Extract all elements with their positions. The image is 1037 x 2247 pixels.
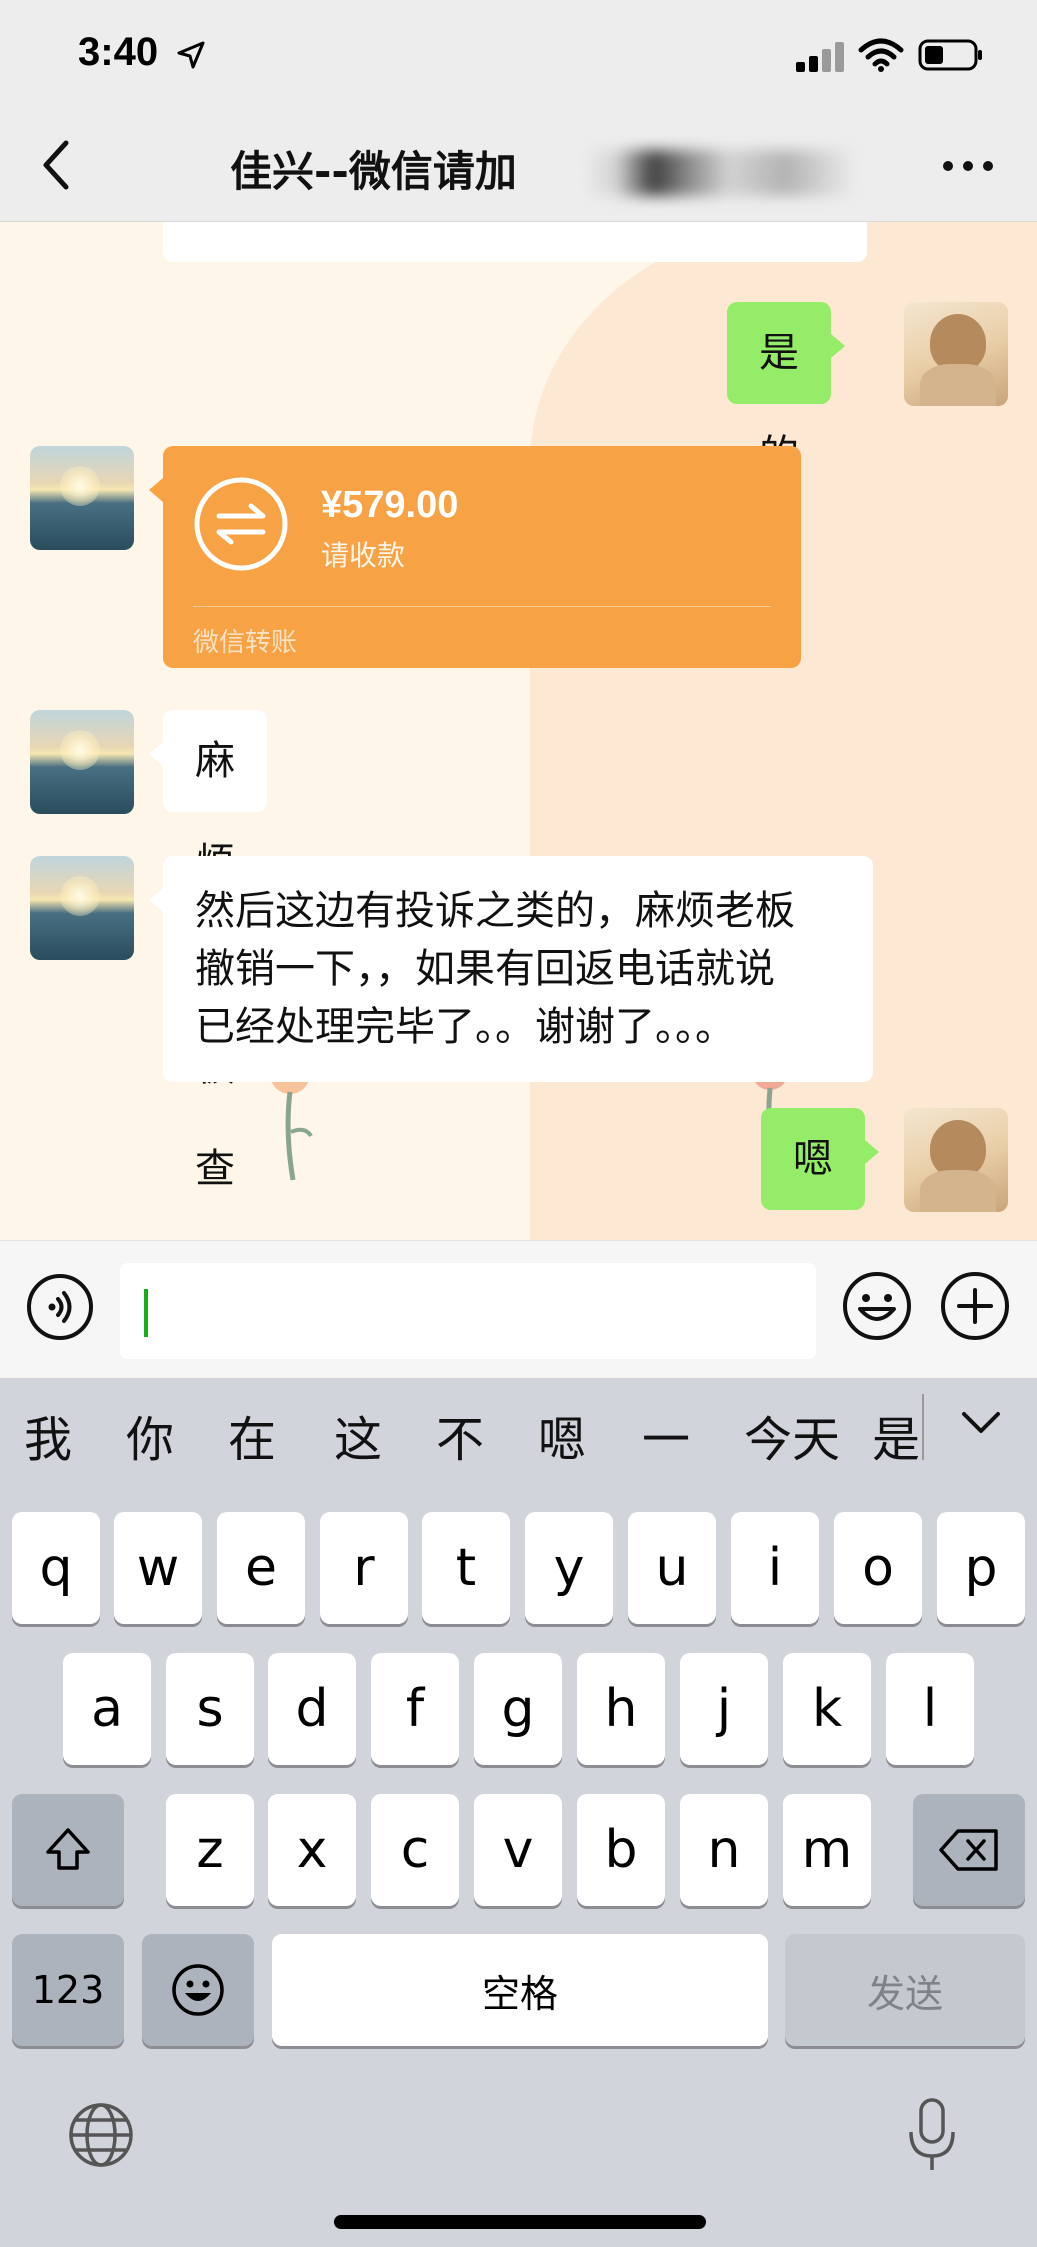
plus-icon[interactable] bbox=[940, 1271, 1010, 1341]
candidate-word[interactable]: 在 bbox=[228, 1400, 276, 1470]
key-o[interactable]: o bbox=[834, 1512, 922, 1624]
key-c[interactable]: c bbox=[371, 1794, 459, 1906]
key-i[interactable]: i bbox=[731, 1512, 819, 1624]
microphone-icon[interactable] bbox=[904, 2096, 960, 2176]
transfer-card[interactable]: ¥579.00 请收款 微信转账 bbox=[149, 446, 801, 668]
battery-icon bbox=[918, 39, 982, 71]
chat-title: 佳兴--微信请加 bbox=[230, 147, 517, 196]
key-x[interactable]: x bbox=[268, 1794, 356, 1906]
key-e[interactable]: e bbox=[217, 1512, 305, 1624]
home-indicator[interactable] bbox=[334, 2215, 706, 2229]
candidate-word[interactable]: 我 bbox=[24, 1400, 72, 1470]
key-y[interactable]: y bbox=[525, 1512, 613, 1624]
key-q[interactable]: q bbox=[12, 1512, 100, 1624]
more-dots-icon[interactable] bbox=[938, 148, 998, 184]
key-j[interactable]: j bbox=[680, 1653, 768, 1765]
message-bubble-cropped bbox=[163, 222, 867, 262]
transfer-arrows-icon bbox=[194, 477, 288, 571]
key-f[interactable]: f bbox=[371, 1653, 459, 1765]
chat-area[interactable]: 是的 ¥579.00 请收款 微信转账 麻烦老板查收一下 然后这边有投诉之类的，… bbox=[0, 222, 1037, 1240]
key-t[interactable]: t bbox=[422, 1512, 510, 1624]
transfer-status: 请收款 bbox=[321, 539, 406, 572]
numbers-key[interactable]: 123 bbox=[12, 1934, 124, 2046]
space-key[interactable]: 空格 bbox=[272, 1934, 768, 2046]
avatar[interactable] bbox=[904, 302, 1008, 406]
key-b[interactable]: b bbox=[577, 1794, 665, 1906]
candidate-bar: 我 你 在 这 不 嗯 一 今天 是 bbox=[0, 1378, 1037, 1478]
globe-icon[interactable] bbox=[66, 2100, 136, 2170]
keyboard: 我 你 在 这 不 嗯 一 今天 是 q w e r t y u i o p a… bbox=[0, 1378, 1037, 2247]
location-arrow-icon bbox=[177, 41, 205, 69]
key-s[interactable]: s bbox=[166, 1653, 254, 1765]
key-v[interactable]: v bbox=[474, 1794, 562, 1906]
candidate-word[interactable]: 一 bbox=[642, 1400, 690, 1470]
message-bubble[interactable]: 麻烦老板查收一下 bbox=[149, 710, 267, 1192]
backspace-key[interactable] bbox=[913, 1794, 1025, 1906]
key-g[interactable]: g bbox=[474, 1653, 562, 1765]
key-m[interactable]: m bbox=[783, 1794, 871, 1906]
input-bar bbox=[0, 1240, 1037, 1378]
avatar[interactable] bbox=[30, 710, 134, 814]
cellular-signal-icon bbox=[796, 42, 844, 72]
message-bubble[interactable]: 嗯 bbox=[761, 1108, 879, 1210]
message-bubble[interactable]: 然后这边有投诉之类的，麻烦老板 撤销一下，，如果有回返电话就说 已经处理完毕了。… bbox=[149, 856, 873, 1082]
key-k[interactable]: k bbox=[783, 1653, 871, 1765]
transfer-amount: ¥579.00 bbox=[321, 484, 459, 526]
shift-key[interactable] bbox=[12, 1794, 124, 1906]
avatar[interactable] bbox=[30, 446, 134, 550]
send-key[interactable]: 发送 bbox=[785, 1934, 1025, 2046]
avatar[interactable] bbox=[30, 856, 134, 960]
voice-icon[interactable] bbox=[26, 1273, 94, 1341]
key-h[interactable]: h bbox=[577, 1653, 665, 1765]
key-w[interactable]: w bbox=[114, 1512, 202, 1624]
text-cursor bbox=[144, 1289, 148, 1337]
key-n[interactable]: n bbox=[680, 1794, 768, 1906]
redacted-name bbox=[575, 150, 855, 196]
candidate-word[interactable]: 嗯 bbox=[538, 1400, 586, 1470]
status-time: 3:40 bbox=[78, 30, 159, 74]
emoji-key[interactable] bbox=[142, 1934, 254, 2046]
key-r[interactable]: r bbox=[320, 1512, 408, 1624]
candidate-word[interactable]: 今天 bbox=[744, 1400, 840, 1470]
candidate-word[interactable]: 你 bbox=[126, 1400, 174, 1470]
emoji-icon[interactable] bbox=[842, 1271, 912, 1341]
back-chevron-icon[interactable] bbox=[36, 135, 76, 195]
backspace-icon bbox=[939, 1829, 998, 1871]
shift-icon bbox=[46, 1828, 90, 1870]
message-line: 已经处理完毕了。。谢谢了。。。 bbox=[195, 1004, 735, 1050]
top-bar: 3:40 佳兴--微信请加 bbox=[0, 0, 1037, 222]
candidate-word[interactable]: 不 bbox=[436, 1400, 484, 1470]
message-line: 然后这边有投诉之类的，麻烦老板 bbox=[195, 888, 795, 934]
emoji-key-icon bbox=[172, 1964, 224, 2016]
transfer-label: 微信转账 bbox=[193, 628, 298, 658]
chevron-down-icon[interactable] bbox=[958, 1400, 1004, 1446]
candidate-word[interactable]: 是 bbox=[872, 1400, 920, 1470]
key-l[interactable]: l bbox=[886, 1653, 974, 1765]
key-a[interactable]: a bbox=[63, 1653, 151, 1765]
key-z[interactable]: z bbox=[166, 1794, 254, 1906]
key-p[interactable]: p bbox=[937, 1512, 1025, 1624]
avatar[interactable] bbox=[904, 1108, 1008, 1212]
message-line: 撤销一下，，如果有回返电话就说 bbox=[195, 946, 775, 992]
message-input[interactable] bbox=[120, 1263, 816, 1359]
message-bubble[interactable]: 是的 bbox=[727, 302, 845, 478]
wifi-icon bbox=[858, 38, 904, 72]
candidate-word[interactable]: 这 bbox=[334, 1400, 382, 1470]
key-u[interactable]: u bbox=[628, 1512, 716, 1624]
key-d[interactable]: d bbox=[268, 1653, 356, 1765]
